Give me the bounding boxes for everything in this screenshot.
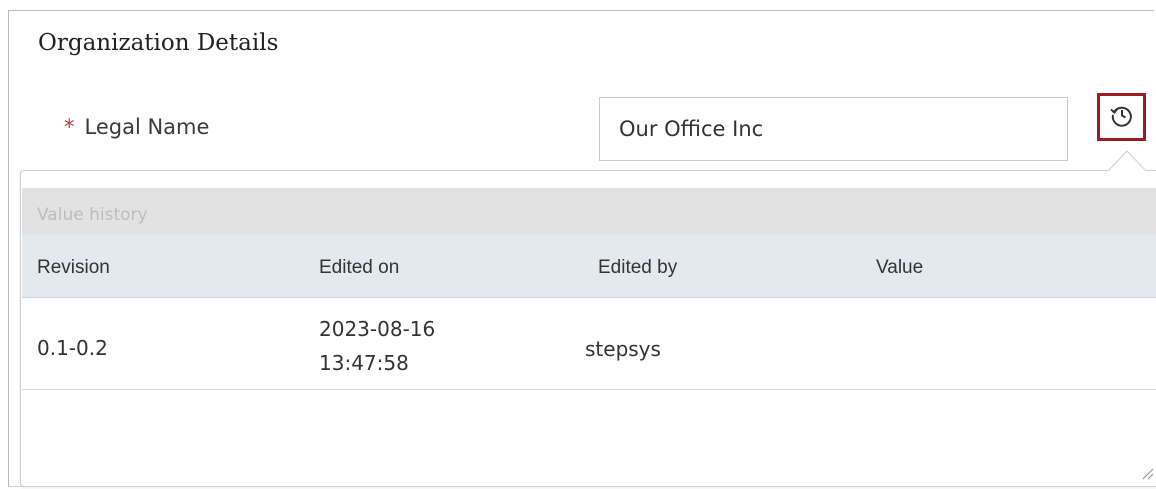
cell-revision: 0.1-0.2 xyxy=(37,336,108,360)
legal-name-input[interactable] xyxy=(599,97,1068,161)
section-title: Organization Details xyxy=(38,30,279,56)
history-table-header xyxy=(22,235,1156,298)
resize-grip-icon[interactable] xyxy=(1140,465,1154,484)
cell-edited-on-date: 2023-08-16 xyxy=(319,317,436,341)
column-header-edited-on[interactable]: Edited on xyxy=(319,257,399,279)
legal-name-label: * Legal Name xyxy=(64,115,209,139)
cell-edited-on-time: 13:47:58 xyxy=(319,351,409,375)
history-title-bar xyxy=(22,188,1156,235)
history-title: Value history xyxy=(37,205,148,225)
required-marker: * xyxy=(64,115,75,139)
legal-name-label-text: Legal Name xyxy=(84,115,210,139)
history-icon xyxy=(1109,102,1135,132)
cell-edited-by: stepsys xyxy=(585,337,661,361)
column-header-value[interactable]: Value xyxy=(876,257,923,279)
column-header-revision[interactable]: Revision xyxy=(37,257,110,279)
column-header-edited-by[interactable]: Edited by xyxy=(598,257,677,279)
value-history-button[interactable] xyxy=(1097,93,1146,141)
value-history-popup: Value history Revision Edited on Edited … xyxy=(20,170,1156,487)
